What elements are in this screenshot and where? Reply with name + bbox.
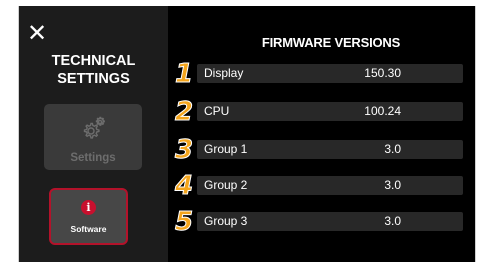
firmware-component-name: Display (204, 66, 244, 80)
callout-number: 5 (174, 207, 194, 237)
firmware-row: 1 Display 150.30 (172, 59, 464, 89)
firmware-row-bar: Group 3 3.0 (197, 212, 463, 231)
firmware-version: 3.0 (384, 142, 401, 156)
firmware-component-name: Group 3 (204, 214, 248, 228)
firmware-component-name: CPU (204, 104, 230, 118)
sidebar-item-software[interactable]: i Software (49, 188, 128, 245)
page-title: TECHNICAL SETTINGS (19, 52, 168, 88)
firmware-row-bar: Group 2 3.0 (197, 176, 463, 195)
firmware-version: 150.30 (364, 66, 401, 80)
outer-margin-right (477, 0, 492, 262)
panel-title: FIRMWARE VERSIONS (261, 35, 401, 50)
firmware-component-name: Group 2 (204, 178, 248, 192)
firmware-row-bar: Display 150.30 (197, 64, 463, 83)
callout-number: 2 (174, 97, 194, 127)
firmware-row: 2 CPU 100.24 (172, 97, 464, 127)
sidebar-item-settings[interactable]: Settings (44, 104, 142, 170)
firmware-row: 5 Group 3 3.0 (172, 207, 464, 237)
callout-number: 3 (174, 135, 194, 165)
page-title-line2: SETTINGS (57, 71, 130, 87)
close-icon[interactable]: ✕ (26, 21, 48, 45)
page-title-line1: TECHNICAL (51, 53, 136, 69)
sidebar-item-label: Software (70, 224, 107, 234)
firmware-row: 3 Group 1 3.0 (172, 135, 464, 165)
outer-margin-left (0, 0, 18, 262)
firmware-version: 3.0 (384, 214, 401, 228)
gear-icon (83, 116, 105, 139)
firmware-row-bar: CPU 100.24 (197, 102, 463, 121)
firmware-version: 3.0 (384, 178, 401, 192)
callout-number: 4 (174, 171, 194, 201)
firmware-row: 4 Group 2 3.0 (172, 171, 464, 201)
firmware-version: 100.24 (364, 104, 401, 118)
firmware-component-name: Group 1 (204, 142, 248, 156)
info-icon: i (81, 200, 96, 215)
callout-number: 1 (174, 59, 194, 89)
firmware-row-bar: Group 1 3.0 (197, 140, 463, 159)
sidebar-item-label: Settings (70, 152, 116, 164)
